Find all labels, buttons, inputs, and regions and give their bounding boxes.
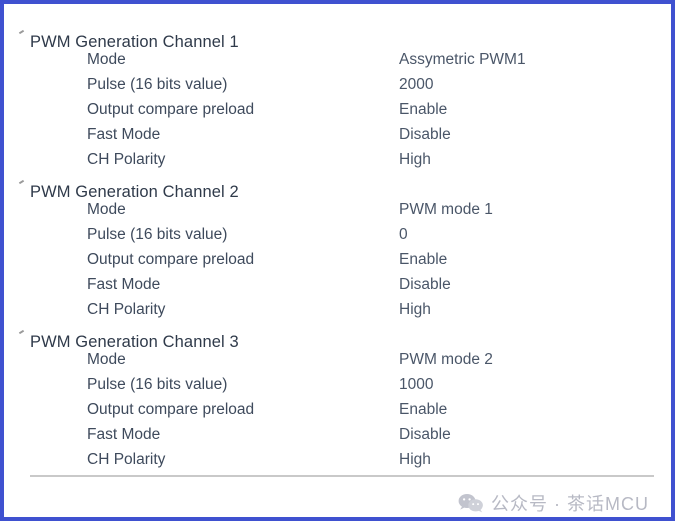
- parameter-label: Pulse (16 bits value): [87, 376, 228, 393]
- group-header[interactable]: PWM Generation Channel 3: [4, 322, 671, 351]
- parameter-label: Pulse (16 bits value): [87, 226, 228, 243]
- parameter-row[interactable]: Mode PWM mode 2: [4, 347, 671, 372]
- parameter-row[interactable]: CH Polarity High: [4, 297, 671, 322]
- bullet-tick-icon: [16, 322, 30, 347]
- parameter-row[interactable]: Output compare preload Enable: [4, 97, 671, 122]
- parameter-value[interactable]: 1000: [399, 372, 671, 397]
- parameter-value[interactable]: Disable: [399, 422, 671, 447]
- parameter-label: Fast Mode: [87, 426, 161, 443]
- parameter-label: Output compare preload: [87, 251, 255, 268]
- parameter-row[interactable]: Pulse (16 bits value) 0: [4, 222, 671, 247]
- footer-text: 公众号 · 茶话MCU: [491, 493, 649, 514]
- settings-panel-window: PWM Generation Channel 1 Mode Assymetric P…: [0, 0, 675, 521]
- parameter-value[interactable]: Disable: [399, 272, 671, 297]
- parameter-row[interactable]: CH Polarity High: [4, 447, 671, 472]
- parameter-value[interactable]: Disable: [399, 122, 671, 147]
- parameter-row[interactable]: Fast Mode Disable: [4, 272, 671, 297]
- parameter-label: Mode: [87, 201, 126, 218]
- parameter-value[interactable]: High: [399, 147, 671, 172]
- parameter-value[interactable]: PWM mode 1: [399, 197, 671, 222]
- parameter-row[interactable]: Mode Assymetric PWM1: [4, 47, 671, 72]
- parameter-value[interactable]: Enable: [399, 97, 671, 122]
- parameter-row[interactable]: Pulse (16 bits value) 2000: [4, 72, 671, 97]
- parameter-row[interactable]: Output compare preload Enable: [4, 247, 671, 272]
- parameter-group: PWM Generation Channel 3 Mode PWM mode 2 Pu…: [4, 322, 671, 472]
- parameter-label: Output compare preload: [87, 401, 255, 418]
- parameter-label: Fast Mode: [87, 126, 161, 143]
- group-header[interactable]: PWM Generation Channel 2: [4, 172, 671, 201]
- parameter-label: CH Polarity: [87, 301, 166, 318]
- parameter-label: Fast Mode: [87, 276, 161, 293]
- parameter-label: CH Polarity: [87, 151, 166, 168]
- parameter-group: PWM Generation Channel 2 Mode PWM mode 1 Pu…: [4, 172, 671, 322]
- bullet-tick-icon: [16, 172, 30, 197]
- parameter-row[interactable]: Fast Mode Disable: [4, 122, 671, 147]
- parameter-value[interactable]: 0: [399, 222, 671, 247]
- wechat-logo-icon: [458, 493, 484, 513]
- parameter-label: Mode: [87, 51, 126, 68]
- parameter-row[interactable]: Pulse (16 bits value) 1000: [4, 372, 671, 397]
- parameter-row[interactable]: Fast Mode Disable: [4, 422, 671, 447]
- bullet-tick-icon: [16, 22, 30, 47]
- parameter-row[interactable]: Mode PWM mode 1: [4, 197, 671, 222]
- parameter-label: Pulse (16 bits value): [87, 76, 228, 93]
- group-header[interactable]: PWM Generation Channel 1: [4, 22, 671, 51]
- parameter-label: Output compare preload: [87, 101, 255, 118]
- parameter-label: Mode: [87, 351, 126, 368]
- parameter-group: PWM Generation Channel 1 Mode Assymetric P…: [4, 22, 671, 172]
- parameter-tree: PWM Generation Channel 1 Mode Assymetric P…: [4, 4, 671, 517]
- parameter-value[interactable]: Enable: [399, 247, 671, 272]
- footer-watermark: 公众号 · 茶话MCU: [4, 488, 671, 517]
- parameter-value[interactable]: High: [399, 297, 671, 322]
- parameter-value[interactable]: 2000: [399, 72, 671, 97]
- parameter-value[interactable]: High: [399, 447, 671, 472]
- parameter-value[interactable]: PWM mode 2: [399, 347, 671, 372]
- footer-divider: [30, 474, 654, 477]
- parameter-label: CH Polarity: [87, 451, 166, 468]
- parameter-value[interactable]: Assymetric PWM1: [399, 47, 671, 72]
- parameter-row[interactable]: CH Polarity High: [4, 147, 671, 172]
- parameter-value[interactable]: Enable: [399, 397, 671, 422]
- parameter-row[interactable]: Output compare preload Enable: [4, 397, 671, 422]
